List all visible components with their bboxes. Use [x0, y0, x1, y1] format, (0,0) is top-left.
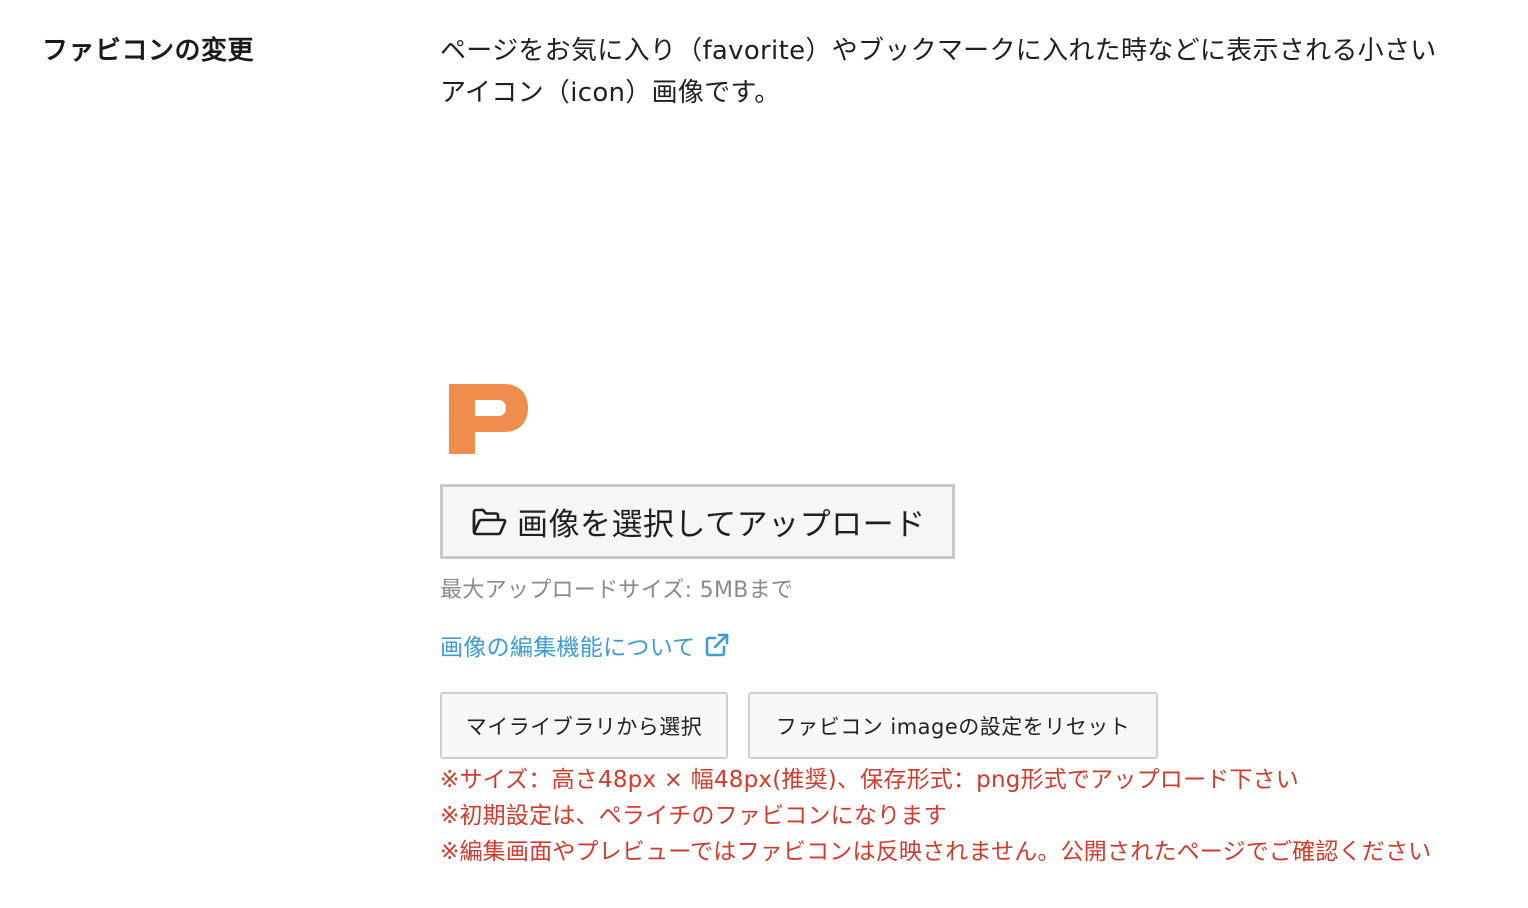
description-line-1: ページをお気に入り（favorite）やブックマークに入れた時などに表示される小…	[440, 36, 1437, 66]
note-size-format: ※サイズ：高さ48px × 幅48px(推奨)、保存形式：png形式でアップロー…	[440, 767, 1299, 793]
setting-label: ファビコンの変更	[42, 36, 255, 66]
upload-image-button[interactable]: 画像を選択してアップロード	[440, 484, 955, 559]
reset-favicon-button[interactable]: ファビコン imageの設定をリセット	[748, 692, 1158, 759]
image-edit-help-link[interactable]: 画像の編集機能について	[440, 628, 730, 662]
note-default: ※初期設定は、ペライチのファビコンになります	[440, 803, 947, 829]
note-preview: ※編集画面やプレビューではファビコンは反映されません。公開されたページでご確認く…	[440, 839, 1432, 865]
setting-content: ページをお気に入り（favorite）やブックマークに入れた時などに表示される小…	[440, 30, 1510, 114]
setting-description: ページをお気に入り（favorite）やブックマークに入れた時などに表示される小…	[440, 30, 1510, 114]
favicon-setting-row: ファビコンの変更 ページをお気に入り（favorite）やブックマークに入れた時…	[0, 0, 1528, 908]
description-line-2: アイコン（icon）画像です。	[440, 78, 781, 108]
upload-button-label: 画像を選択してアップロード	[517, 507, 926, 543]
folder-open-icon	[471, 507, 507, 537]
favicon-notes: ※サイズ：高さ48px × 幅48px(推奨)、保存形式：png形式でアップロー…	[440, 762, 1431, 870]
edit-link-label: 画像の編集機能について	[440, 635, 696, 661]
max-upload-size-text: 最大アップロードサイズ: 5MBまで	[440, 578, 794, 603]
favicon-p-icon	[446, 382, 530, 456]
external-link-icon	[704, 632, 730, 658]
select-from-library-button[interactable]: マイライブラリから選択	[440, 692, 728, 759]
